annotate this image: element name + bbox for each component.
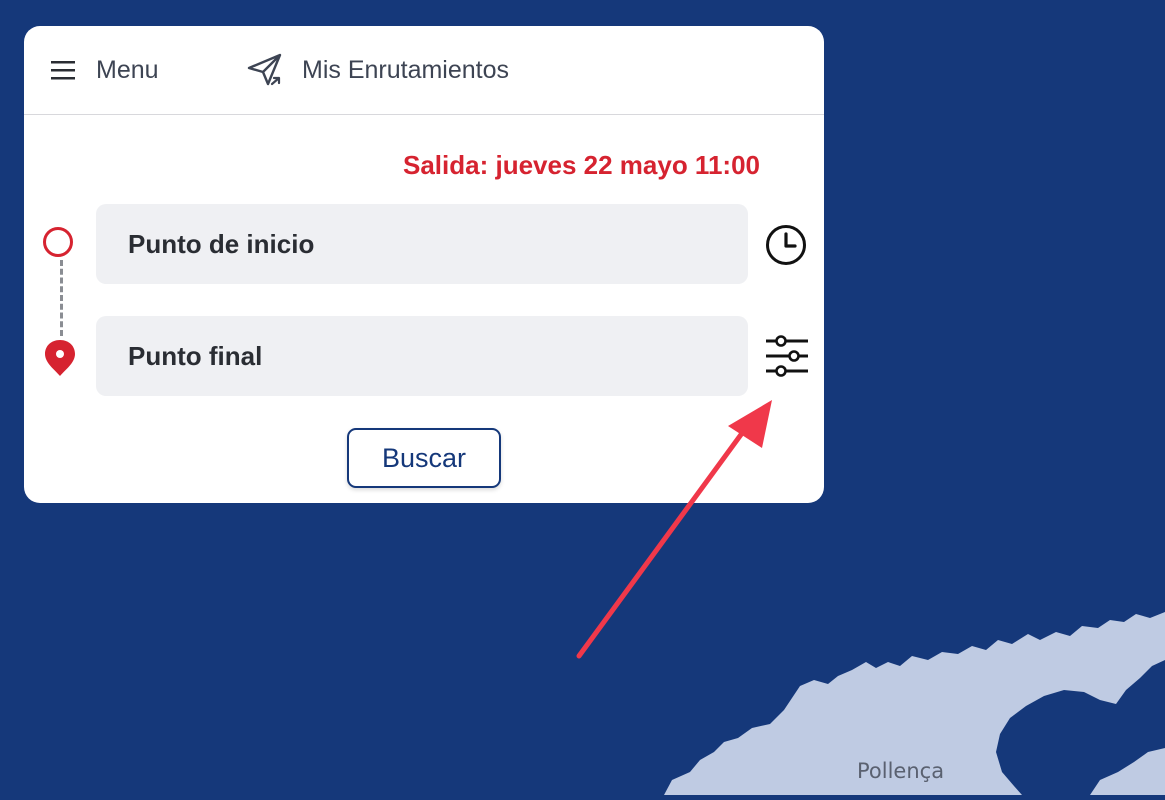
route-options-button[interactable] [764,334,810,383]
route-connector-line [60,260,63,336]
sliders-icon [766,335,808,377]
start-point-input[interactable] [96,204,748,284]
my-routes-button[interactable]: Mis Enrutamientos [246,50,509,90]
search-button[interactable]: Buscar [347,428,501,488]
hamburger-icon [51,61,75,80]
send-route-icon [247,53,282,86]
start-circle-icon [43,227,73,257]
planner-topbar: Menu Mis Enrutamientos [24,26,824,115]
menu-label: Menu [96,55,159,84]
clock-icon [766,225,806,265]
departure-time-link[interactable]: Salida: jueves 22 mayo 11:00 [403,150,760,181]
location-pin-icon [45,340,75,376]
route-planner-panel: Menu Mis Enrutamientos Salida: jueves 22… [24,26,824,503]
menu-button[interactable]: Menu [50,50,159,90]
end-point-input[interactable] [96,316,748,396]
departure-time-button[interactable] [764,223,808,272]
my-routes-label: Mis Enrutamientos [302,55,510,84]
map-place-label: Pollença [857,759,945,783]
